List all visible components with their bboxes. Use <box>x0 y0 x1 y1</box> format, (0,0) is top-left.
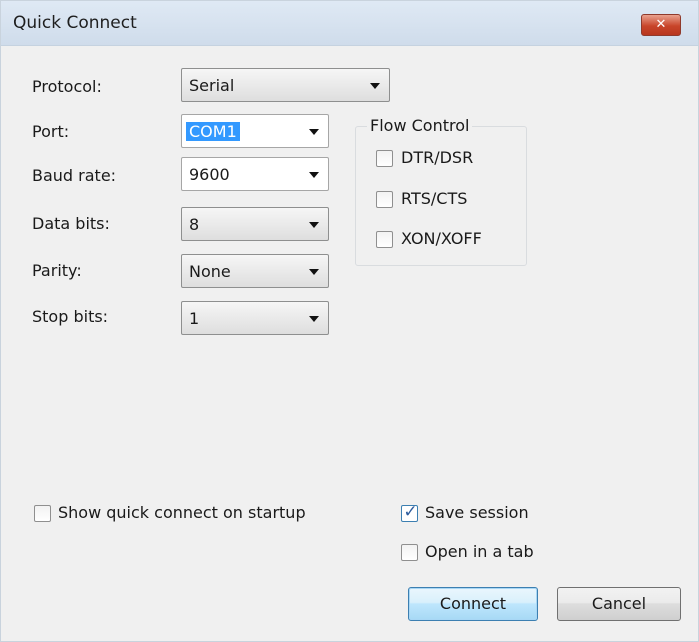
baud-rate-value[interactable]: 9600 <box>189 165 230 184</box>
stop-bits-label: Stop bits: <box>32 307 109 326</box>
rts-cts-label[interactable]: RTS/CTS <box>401 189 467 208</box>
baud-rate-label: Baud rate: <box>32 166 117 185</box>
quick-connect-dialog: Quick Connect ✕ Protocol: Serial Port: C… <box>0 0 699 642</box>
rts-cts-checkbox[interactable] <box>376 191 393 208</box>
parity-value: None <box>189 262 231 281</box>
show-on-startup-checkbox[interactable] <box>34 505 51 522</box>
data-bits-label: Data bits: <box>32 214 110 233</box>
stop-bits-value: 1 <box>189 309 200 328</box>
port-value[interactable]: COM1 <box>186 122 240 141</box>
save-session-label[interactable]: Save session <box>425 503 529 522</box>
chevron-down-icon[interactable] <box>309 129 319 135</box>
close-button[interactable]: ✕ <box>641 14 681 36</box>
cancel-button[interactable]: Cancel <box>557 587 681 621</box>
port-label: Port: <box>32 122 70 141</box>
dtr-dsr-checkbox[interactable] <box>376 150 393 167</box>
baud-rate-combobox[interactable]: 9600 <box>181 157 329 191</box>
protocol-label: Protocol: <box>32 77 102 96</box>
port-combobox[interactable]: COM1 <box>181 114 329 148</box>
xon-xoff-label[interactable]: XON/XOFF <box>401 229 482 248</box>
open-in-tab-label[interactable]: Open in a tab <box>425 542 534 561</box>
open-in-tab-checkbox[interactable] <box>401 544 418 561</box>
stop-bits-select[interactable]: 1 <box>181 301 329 335</box>
save-session-checkbox[interactable]: ✓ <box>401 502 418 522</box>
close-icon: ✕ <box>655 17 667 32</box>
checkmark-icon: ✓ <box>403 502 418 522</box>
protocol-select[interactable]: Serial <box>181 68 390 102</box>
xon-xoff-checkbox[interactable] <box>376 231 393 248</box>
dtr-dsr-label[interactable]: DTR/DSR <box>401 148 473 167</box>
chevron-down-icon <box>370 83 380 89</box>
chevron-down-icon[interactable] <box>309 172 319 178</box>
parity-label: Parity: <box>32 261 82 280</box>
data-bits-value: 8 <box>189 215 200 234</box>
window-title: Quick Connect <box>13 13 137 33</box>
show-on-startup-label[interactable]: Show quick connect on startup <box>58 503 306 522</box>
chevron-down-icon <box>309 269 319 275</box>
parity-select[interactable]: None <box>181 254 329 288</box>
title-bar: Quick Connect ✕ <box>1 1 698 46</box>
chevron-down-icon <box>309 316 319 322</box>
chevron-down-icon <box>309 222 319 228</box>
flow-control-title: Flow Control <box>367 116 473 135</box>
connect-button[interactable]: Connect <box>408 587 538 621</box>
protocol-value: Serial <box>189 76 235 95</box>
data-bits-select[interactable]: 8 <box>181 207 329 241</box>
